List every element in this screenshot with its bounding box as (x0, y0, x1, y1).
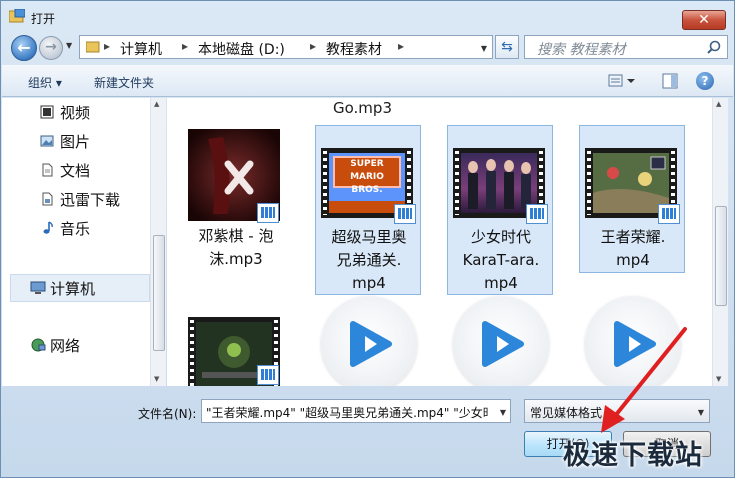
documents-library-icon (42, 163, 53, 177)
video-file-badge-icon (257, 365, 279, 385)
music-library-icon (43, 221, 53, 234)
chevron-down-icon[interactable]: ▼ (500, 408, 506, 417)
file-item-snsd-mp4[interactable]: 少女时代 KaraT-ara. mp4 (447, 125, 553, 295)
open-file-dialog: 打开 ✕ ← → ▼ ▸ 计算机 ▸ 本地磁盘 (D:) ▸ 教程素材 ▸ ▼ … (0, 0, 735, 478)
search-placeholder: 搜索 教程素材 (537, 42, 626, 58)
file-name-line: 少女时代 (470, 228, 531, 246)
nav-item-pictures[interactable]: 图片 (60, 131, 90, 152)
command-toolbar: 组织 ▾ 新建文件夹 ? (2, 65, 733, 97)
video-library-icon (40, 105, 54, 119)
title-bar[interactable]: 打开 ✕ (1, 1, 734, 31)
scrollbar-thumb[interactable] (153, 235, 165, 351)
play-icon (482, 321, 524, 367)
file-name-line: mp4 (352, 274, 386, 292)
file-name-line: 王者荣耀. (600, 228, 666, 246)
address-bar[interactable]: ▸ 计算机 ▸ 本地磁盘 (D:) ▸ 教程素材 ▸ ▼ (79, 35, 493, 59)
file-item-wangzhe-mp4[interactable]: 王者荣耀. mp4 (579, 125, 685, 273)
file-item-dengziqi-mp3[interactable]: 邓紫棋 - 泡 沫.mp3 (183, 125, 289, 295)
chevron-right-icon[interactable]: ▸ (182, 39, 188, 53)
nav-item-music[interactable]: 音乐 (60, 218, 90, 239)
forward-button[interactable]: → (39, 36, 63, 60)
nav-item-computer[interactable]: 计算机 (50, 278, 95, 299)
window-title: 打开 (31, 12, 56, 26)
refresh-icon: ⇆ (501, 39, 513, 55)
scroll-down-arrow-icon[interactable]: ▼ (716, 375, 721, 383)
file-name-line: 兄弟通关. (336, 251, 402, 269)
media-file-thumbnail[interactable] (453, 296, 549, 386)
scrollbar-thumb[interactable] (715, 206, 727, 306)
file-name-line: mp4 (484, 274, 518, 292)
watermark-text: 极速下载站 (563, 440, 703, 471)
recent-locations-dropdown[interactable]: ▼ (66, 41, 72, 50)
computer-icon (30, 281, 46, 294)
refresh-button[interactable]: ⇆ (495, 35, 519, 59)
navigation-scrollbar[interactable]: ▲ ▼ (150, 98, 166, 386)
nav-item-documents[interactable]: 文档 (60, 160, 90, 181)
search-icon[interactable] (707, 40, 721, 54)
download-folder-icon (42, 192, 53, 206)
file-list-scrollbar[interactable]: ▲ ▼ (712, 98, 728, 386)
breadcrumb-computer[interactable]: 计算机 (120, 39, 162, 59)
scroll-up-arrow-icon[interactable]: ▲ (154, 100, 159, 108)
network-icon (31, 338, 46, 352)
chevron-down-icon[interactable]: ▼ (481, 44, 487, 53)
filename-value: "王者荣耀.mp4" "超级马里奥兄弟通关.mp4" "少女时代 (206, 406, 488, 420)
file-item-mario-mp4[interactable]: SUPER MARIO BROS. 超级马里奥 兄弟通关. mp4 (315, 125, 421, 295)
filename-input[interactable]: "王者荣耀.mp4" "超级马里奥兄弟通关.mp4" "少女时代 ▼ (201, 399, 511, 423)
file-item-video-thumbnail[interactable] (183, 303, 289, 386)
file-name-line: KaraT-ara. (462, 251, 540, 269)
video-file-badge-icon (257, 203, 279, 223)
play-icon (350, 321, 392, 367)
search-box[interactable]: 搜索 教程素材 (524, 35, 728, 59)
nav-item-thunder-downloads[interactable]: 迅雷下载 (60, 189, 120, 210)
chevron-right-icon[interactable]: ▸ (398, 39, 404, 53)
media-file-thumbnail[interactable] (321, 296, 417, 386)
navigation-pane: 视频 图片 文档 迅雷下载 音乐 计算机 网络 ▲ ▼ (2, 98, 166, 386)
preview-pane-icon[interactable] (662, 73, 678, 89)
scroll-down-arrow-icon[interactable]: ▼ (154, 375, 159, 383)
arrow-left-icon: ← (17, 38, 31, 57)
nav-item-network[interactable]: 网络 (50, 335, 80, 356)
nav-item-videos[interactable]: 视频 (60, 102, 90, 123)
pictures-library-icon (40, 135, 54, 147)
file-name-line: 邓紫棋 - 泡 (198, 227, 274, 245)
folder-icon (86, 41, 100, 53)
red-arrow-annotation-icon (601, 327, 687, 433)
partial-file-label[interactable]: Go.mp3 (333, 99, 392, 117)
new-folder-button[interactable]: 新建文件夹 (94, 74, 154, 91)
back-button[interactable]: ← (11, 35, 37, 61)
mario-logo-text: SUPER MARIO BROS. (333, 156, 401, 195)
folder-open-icon (9, 9, 25, 23)
change-view-icon[interactable] (608, 73, 636, 89)
video-file-badge-icon (526, 204, 548, 224)
chevron-right-icon[interactable]: ▸ (310, 39, 316, 53)
help-button[interactable]: ? (696, 72, 714, 90)
file-name-line: mp4 (616, 251, 650, 269)
breadcrumb-tutorial-folder[interactable]: 教程素材 (326, 39, 382, 59)
scroll-up-arrow-icon[interactable]: ▲ (716, 100, 721, 108)
arrow-right-icon: → (45, 39, 57, 55)
chevron-right-icon[interactable]: ▸ (104, 39, 110, 53)
file-name-line: 沫.mp3 (209, 250, 263, 268)
organize-menu[interactable]: 组织 ▾ (28, 74, 62, 91)
video-file-badge-icon (394, 204, 416, 224)
breadcrumb-drive-d[interactable]: 本地磁盘 (D:) (198, 39, 285, 59)
file-name-line: 超级马里奥 (331, 228, 407, 246)
close-button[interactable]: ✕ (682, 10, 726, 30)
filename-label: 文件名(N): (138, 407, 197, 421)
video-file-badge-icon (658, 204, 680, 224)
